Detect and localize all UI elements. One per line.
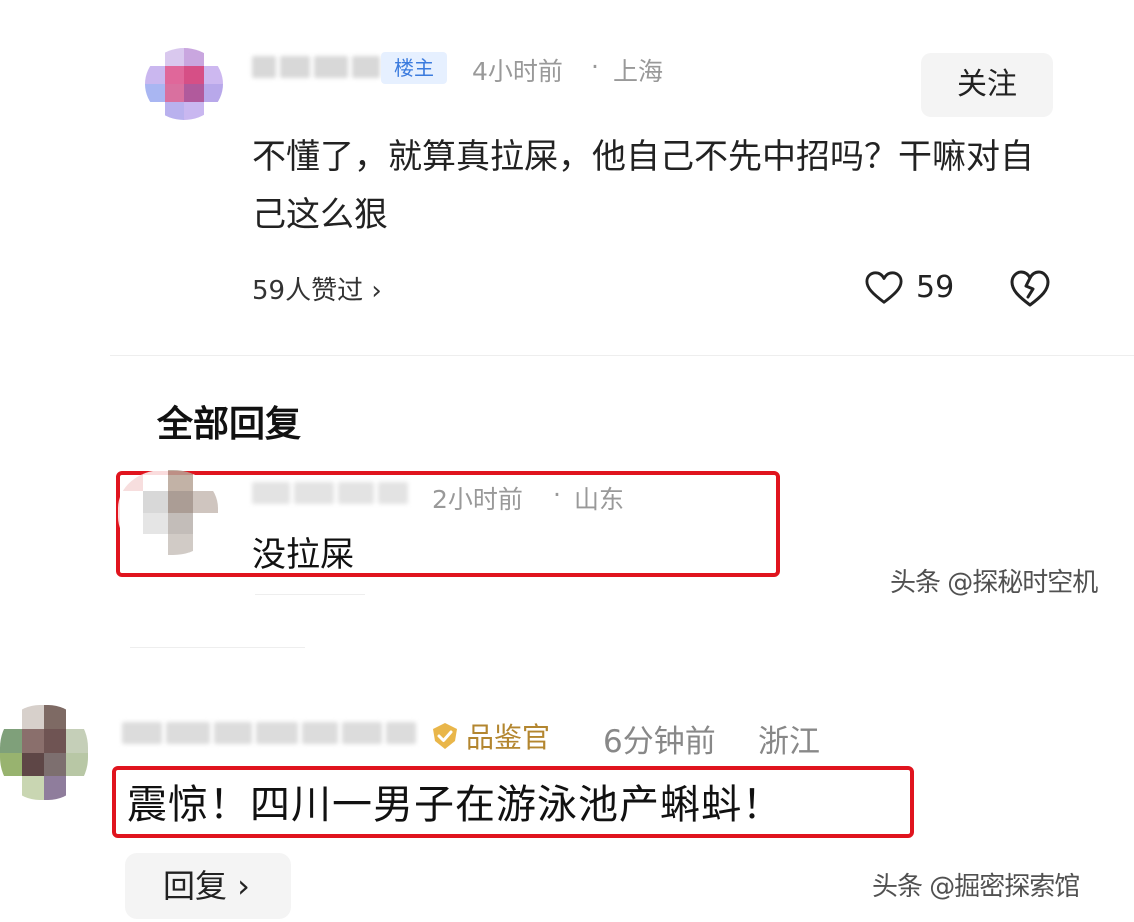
comment-time: 6分钟前 (603, 724, 716, 760)
follow-button[interactable]: 关注 (921, 53, 1053, 117)
comment-time: 4小时前 (472, 57, 563, 86)
heart-icon[interactable] (865, 270, 903, 306)
avatar[interactable] (0, 705, 88, 800)
username-blurred[interactable] (122, 722, 416, 744)
comment-location: 上海 (613, 57, 664, 86)
watermark-top: 头条 @探秘时空机 (890, 568, 1098, 598)
reply-time: 2小时前 (432, 485, 523, 514)
avatar[interactable] (118, 470, 218, 555)
username-blurred[interactable] (252, 482, 408, 504)
comment-location: 浙江 (758, 724, 820, 760)
all-replies-title: 全部回复 (157, 404, 302, 445)
broken-heart-icon[interactable] (1010, 270, 1050, 308)
like-count: 59 (916, 270, 955, 305)
meta-separator: · (591, 52, 599, 81)
divider (110, 355, 1134, 356)
meta-separator: · (553, 480, 561, 509)
owner-badge: 楼主 (381, 52, 447, 84)
comment-thread-page: 楼主 4小时前 · 上海 关注 不懂了，就算真拉屎，他自己不先中招吗？干嘛对自己… (0, 0, 1134, 922)
check-shield-icon (433, 723, 457, 749)
reply-location: 山东 (574, 485, 625, 514)
reply-button[interactable]: 回复 › (125, 853, 291, 919)
avatar[interactable] (145, 48, 223, 120)
judge-badge-label: 品鉴官 (466, 721, 551, 754)
divider (130, 647, 305, 648)
reply-body: 没拉屎 (252, 535, 354, 575)
likes-summary-link[interactable]: 59人赞过 › (252, 270, 382, 307)
judge-badge: 品鉴官 (430, 716, 550, 756)
watermark-bottom: 头条 @掘密探索馆 (872, 872, 1080, 902)
comment-body: 震惊！四川一男子在游泳池产蝌蚪！ (127, 782, 783, 828)
comment-body: 不懂了，就算真拉屎，他自己不先中招吗？干嘛对自己这么狠 (252, 137, 1034, 235)
divider (255, 594, 365, 595)
username-blurred[interactable] (252, 56, 380, 78)
